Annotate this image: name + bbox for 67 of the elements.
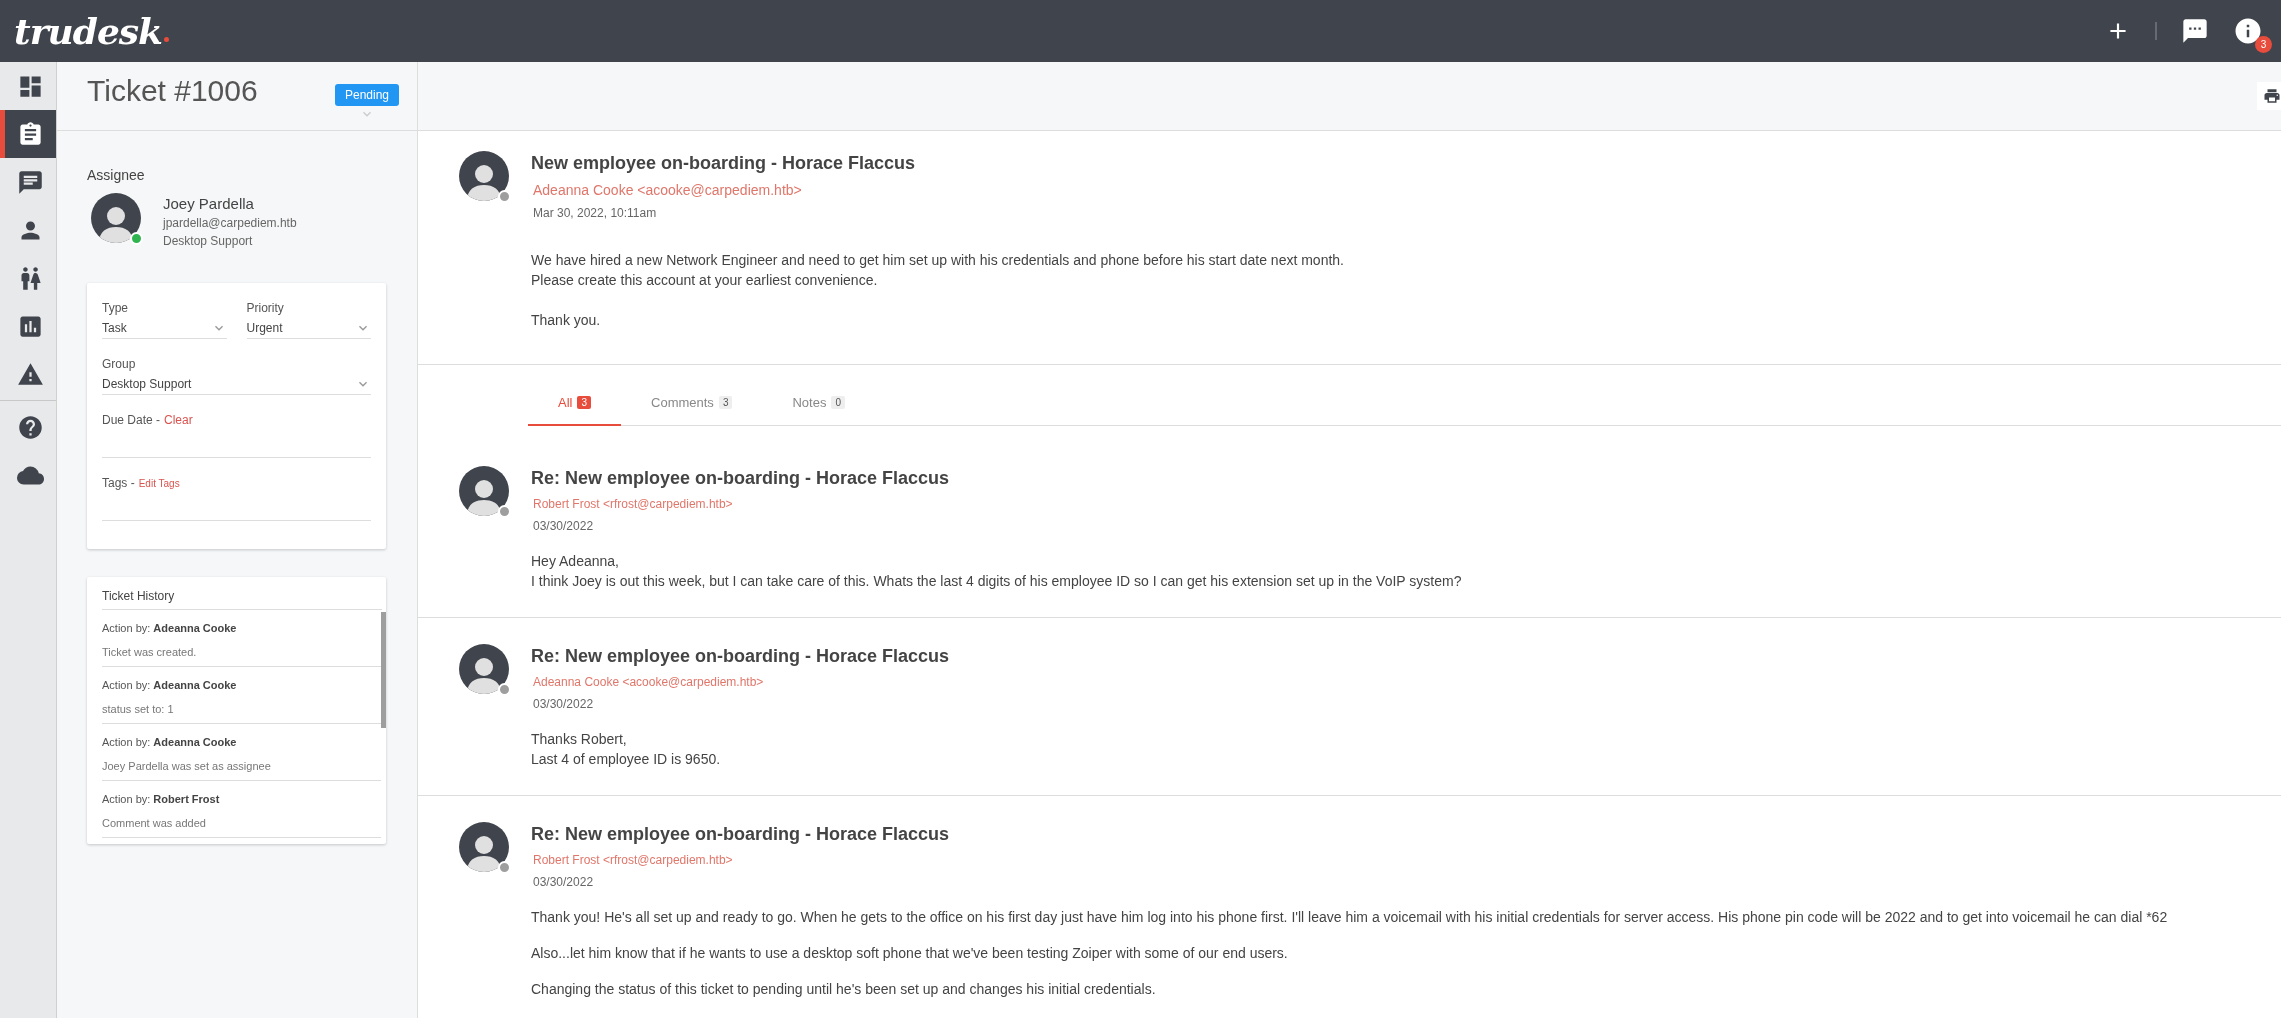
reply-date: 03/30/2022 (532, 697, 595, 711)
field-label: Group (102, 357, 137, 371)
reply-title: Re: New employee on-boarding - Horace Flaccus (531, 824, 951, 845)
history-action: Action by: Adeanna Cooke (102, 736, 238, 748)
avatar (91, 193, 141, 243)
select-field[interactable]: Task (102, 320, 227, 339)
logo-dot-icon (164, 37, 170, 42)
message-date: Mar 30, 2022, 10:11am (532, 206, 658, 220)
assignee-group: Desktop Support (163, 234, 297, 248)
notification-count: 3 (2255, 36, 2272, 53)
assignee-name: Joey Pardella (163, 195, 255, 212)
tab[interactable]: All 3 (528, 391, 621, 426)
reply-author: Robert Frost <rfrost@carpediem.htb> (532, 853, 734, 867)
scrollbar[interactable] (381, 612, 386, 728)
print-button[interactable] (2257, 82, 2281, 110)
warning-icon (17, 360, 44, 388)
message-paragraph: We have hired a new Network Engineer and need to get him set up with his credentials and phone before his start date next month. Please create this account at your earliest convenience. (531, 251, 1344, 290)
tab[interactable]: Comments 3 (621, 391, 763, 426)
reply-author: Adeanna Cooke <acooke@carpediem.htb> (532, 675, 765, 689)
help-icon (17, 413, 44, 441)
history-action: Action by: Adeanna Cooke (102, 622, 238, 634)
reply-title: Re: New employee on-boarding - Horace Flaccus (531, 468, 951, 489)
avatar (459, 466, 509, 516)
tab[interactable]: Notes 0 (762, 391, 875, 426)
field-label: Due Date - (102, 413, 161, 427)
message-paragraph: Thanks Robert, Last 4 of employee ID is 9650. (531, 730, 722, 769)
reply-date: 03/30/2022 (532, 875, 595, 889)
logo[interactable]: trudesk (14, 10, 163, 52)
message-paragraph: Changing the status of this ticket to pending until he's been set up and changes his initial credentials. (531, 980, 1157, 999)
chat-button[interactable] (2181, 17, 2209, 45)
assignee-email: jpardella@carpediem.htb (163, 216, 297, 230)
select-field[interactable]: Desktop Support (102, 376, 371, 395)
notifications-button[interactable] (2233, 16, 2263, 46)
avatar (459, 822, 509, 872)
reply-author: Robert Frost <rfrost@carpediem.htb> (532, 497, 734, 511)
tab-count: 3 (577, 396, 591, 409)
field-label: Type (102, 301, 129, 315)
field-label: Tags - (102, 476, 135, 490)
message-paragraph: Thank you! He's all set up and ready to go. When he gets to the office on his first day just have him log into his phone first. I'll leave him a voicemail with his initial credentials for server access. His phone pin code will be 2022 and to get into voicemail he can dial *62 (531, 908, 2168, 927)
avatar (459, 644, 509, 694)
reply-title: Re: New employee on-boarding - Horace Flaccus (531, 646, 950, 667)
history-description: status set to: 1 (102, 703, 175, 715)
tab-count: 0 (831, 396, 845, 409)
history-description: Comment was added (102, 817, 207, 829)
tab-count: 3 (718, 396, 733, 409)
ticket-title: Ticket #1006 (87, 74, 258, 108)
sidebar-item[interactable] (0, 110, 56, 158)
message-paragraph: Also...let him know that if he wants to use a desktop soft phone that we've been testing Zoiper with some of our end users. (531, 944, 1289, 963)
field-label: Priority (246, 301, 285, 315)
history-description: Ticket was created. (102, 646, 198, 658)
message-title: New employee on-boarding - Horace Flaccus (531, 153, 917, 174)
history-title: Ticket History (102, 589, 382, 610)
message-paragraph: Thank you. (531, 311, 602, 330)
history-description: Joey Pardella was set as assignee (102, 760, 272, 772)
clipboard-icon (17, 120, 44, 148)
history-action: Action by: Robert Frost (102, 793, 221, 805)
printer-icon (2263, 87, 2281, 105)
message-author: Adeanna Cooke <acooke@carpediem.htb> (532, 182, 803, 198)
clear-link[interactable]: Clear (164, 413, 193, 427)
reply-date: 03/30/2022 (532, 519, 595, 533)
chat-icon (17, 168, 44, 196)
avatar (459, 151, 509, 201)
edit-tags-link[interactable]: Edit Tags (138, 478, 180, 489)
history-action: Action by: Adeanna Cooke (102, 679, 238, 691)
assignee-label: Assignee (87, 167, 146, 183)
message-paragraph: Hey Adeanna, I think Joey is out this week, but I can take care of this. Whats the last 4 digits of his employee ID so I can get his extension set up in the VoIP system? (531, 552, 1462, 591)
select-field[interactable]: Urgent (246, 320, 371, 339)
